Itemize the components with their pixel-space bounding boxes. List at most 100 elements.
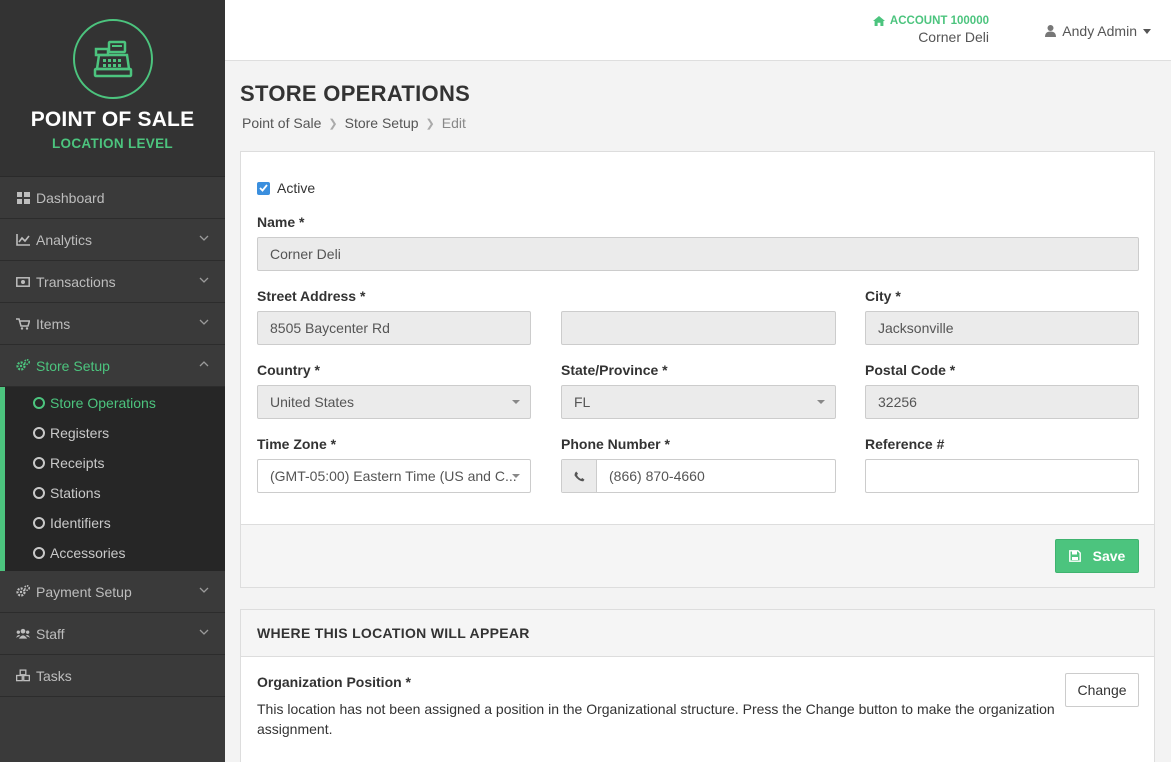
page-title: STORE OPERATIONS	[240, 81, 471, 106]
save-label: Save	[1092, 548, 1126, 564]
account-line: ACCOUNT 100000	[872, 15, 989, 27]
submenu-label: Stations	[50, 485, 101, 501]
circle-icon	[33, 517, 45, 529]
user-icon	[1045, 25, 1057, 37]
caret-down-icon	[817, 400, 825, 404]
timezone-select[interactable]: (GMT-05:00) Eastern Time (US and C...	[257, 459, 531, 493]
breadcrumb-store-setup[interactable]: Store Setup	[345, 115, 419, 131]
state-label: State/Province *	[561, 362, 668, 378]
location-panel-heading: WHERE THIS LOCATION WILL APPEAR	[241, 610, 1154, 657]
chevron-down-icon	[199, 319, 209, 325]
circle-icon	[33, 457, 45, 469]
chart-icon	[16, 233, 30, 247]
top-bar: ACCOUNT 100000 Corner Deli Andy Admin	[225, 0, 1171, 61]
city-field[interactable]: Jacksonville	[865, 311, 1139, 345]
breadcrumb: Point of Sale ❯ Store Setup ❯ Edit	[242, 115, 1155, 131]
sidebar-item-identifiers[interactable]: Identifiers	[5, 508, 225, 538]
street-address-field[interactable]: 8505 Baycenter Rd	[257, 311, 531, 345]
postal-label: Postal Code *	[865, 362, 956, 378]
sidebar-item-store-operations[interactable]: Store Operations	[5, 388, 225, 418]
active-checkbox[interactable]	[257, 181, 270, 195]
circle-icon	[33, 397, 45, 409]
chevron-right-icon: ❯	[425, 117, 435, 130]
state-select[interactable]: FL	[561, 385, 836, 419]
sidebar-item-label: Staff	[36, 625, 65, 642]
breadcrumb-point-of-sale[interactable]: Point of Sale	[242, 115, 321, 131]
change-button[interactable]: Change	[1065, 673, 1139, 707]
org-position-label: Organization Position *	[257, 674, 412, 690]
sidebar: POINT OF SALE LOCATION LEVEL Dashboard A…	[0, 0, 225, 762]
cubes-icon	[16, 669, 30, 683]
sidebar-item-accessories[interactable]: Accessories	[5, 538, 225, 568]
cogs-icon	[16, 585, 30, 599]
state-value: FL	[574, 394, 591, 410]
circle-icon	[33, 487, 45, 499]
country-select[interactable]: United States	[257, 385, 531, 419]
phone-label: Phone Number *	[561, 436, 670, 452]
account-info[interactable]: ACCOUNT 100000 Corner Deli	[872, 15, 989, 45]
sidebar-item-label: Analytics	[36, 231, 93, 248]
active-checkbox-row[interactable]: Active	[257, 180, 315, 196]
phone-icon	[562, 460, 597, 492]
country-value: United States	[270, 394, 355, 410]
chevron-right-icon: ❯	[328, 117, 338, 130]
sidebar-item-staff[interactable]: Staff	[0, 613, 225, 655]
name-field[interactable]: Corner Deli	[257, 237, 1139, 271]
sidebar-item-dashboard[interactable]: Dashboard	[0, 177, 225, 219]
reference-field[interactable]	[865, 459, 1139, 493]
sidebar-item-store-setup[interactable]: Store Setup	[0, 345, 225, 387]
active-label: Active	[277, 180, 316, 196]
sidebar-item-analytics[interactable]: Analytics	[0, 219, 225, 261]
postal-value: 32256	[878, 394, 917, 410]
city-value: Jacksonville	[878, 320, 954, 336]
sidebar-item-label: Tasks	[36, 667, 72, 684]
sidebar-item-registers[interactable]: Registers	[5, 418, 225, 448]
brand-title: POINT OF SALE	[30, 108, 195, 131]
chevron-down-icon	[199, 587, 209, 593]
sidebar-item-label: Payment Setup	[36, 583, 132, 600]
reference-label: Reference #	[865, 436, 945, 452]
sidebar-item-items[interactable]: Items	[0, 303, 225, 345]
chevron-down-icon	[199, 235, 209, 241]
store-form-panel: Active Name * Corner Deli Street Address…	[240, 151, 1155, 588]
user-menu[interactable]: Andy Admin	[1045, 23, 1151, 39]
sidebar-item-stations[interactable]: Stations	[5, 478, 225, 508]
submenu-label: Store Operations	[50, 395, 156, 411]
submenu-label: Receipts	[50, 455, 105, 471]
postal-code-field[interactable]: 32256	[865, 385, 1139, 419]
check-icon	[259, 184, 268, 192]
street-value: 8505 Baycenter Rd	[270, 320, 390, 336]
sidebar-item-transactions[interactable]: Transactions	[0, 261, 225, 303]
street-address-2-field[interactable]	[561, 311, 836, 345]
chevron-down-icon	[199, 629, 209, 635]
timezone-label: Time Zone *	[257, 436, 337, 452]
breadcrumb-edit: Edit	[441, 115, 466, 131]
chevron-up-icon	[199, 361, 209, 367]
account-number: ACCOUNT 100000	[889, 15, 989, 27]
submenu-label: Accessories	[50, 545, 126, 561]
sidebar-item-label: Dashboard	[36, 189, 105, 206]
sidebar-item-label: Store Setup	[36, 357, 110, 374]
save-button[interactable]: Save	[1055, 539, 1139, 573]
main-content: STORE OPERATIONS Point of Sale ❯ Store S…	[240, 61, 1155, 762]
phone-field[interactable]: (866) 870-4660	[561, 459, 836, 493]
street-label: Street Address *	[257, 288, 366, 304]
account-name: Corner Deli	[918, 29, 989, 45]
name-value: Corner Deli	[270, 246, 341, 262]
cash-register-icon	[72, 19, 153, 99]
cart-icon	[16, 317, 30, 331]
brand-subtitle: LOCATION LEVEL	[52, 136, 173, 151]
sidebar-item-receipts[interactable]: Receipts	[5, 448, 225, 478]
home-icon	[872, 16, 885, 26]
user-name: Andy Admin	[1062, 23, 1137, 39]
store-setup-submenu: Store Operations Registers Receipts Stat…	[0, 387, 225, 571]
city-label: City *	[865, 288, 901, 304]
sidebar-item-payment-setup[interactable]: Payment Setup	[0, 571, 225, 613]
submenu-label: Registers	[50, 425, 110, 441]
dashboard-icon	[16, 191, 30, 205]
caret-down-icon	[1143, 28, 1151, 34]
phone-value: (866) 870-4660	[609, 468, 705, 484]
country-label: Country *	[257, 362, 320, 378]
users-icon	[16, 627, 30, 641]
sidebar-item-tasks[interactable]: Tasks	[0, 655, 225, 697]
